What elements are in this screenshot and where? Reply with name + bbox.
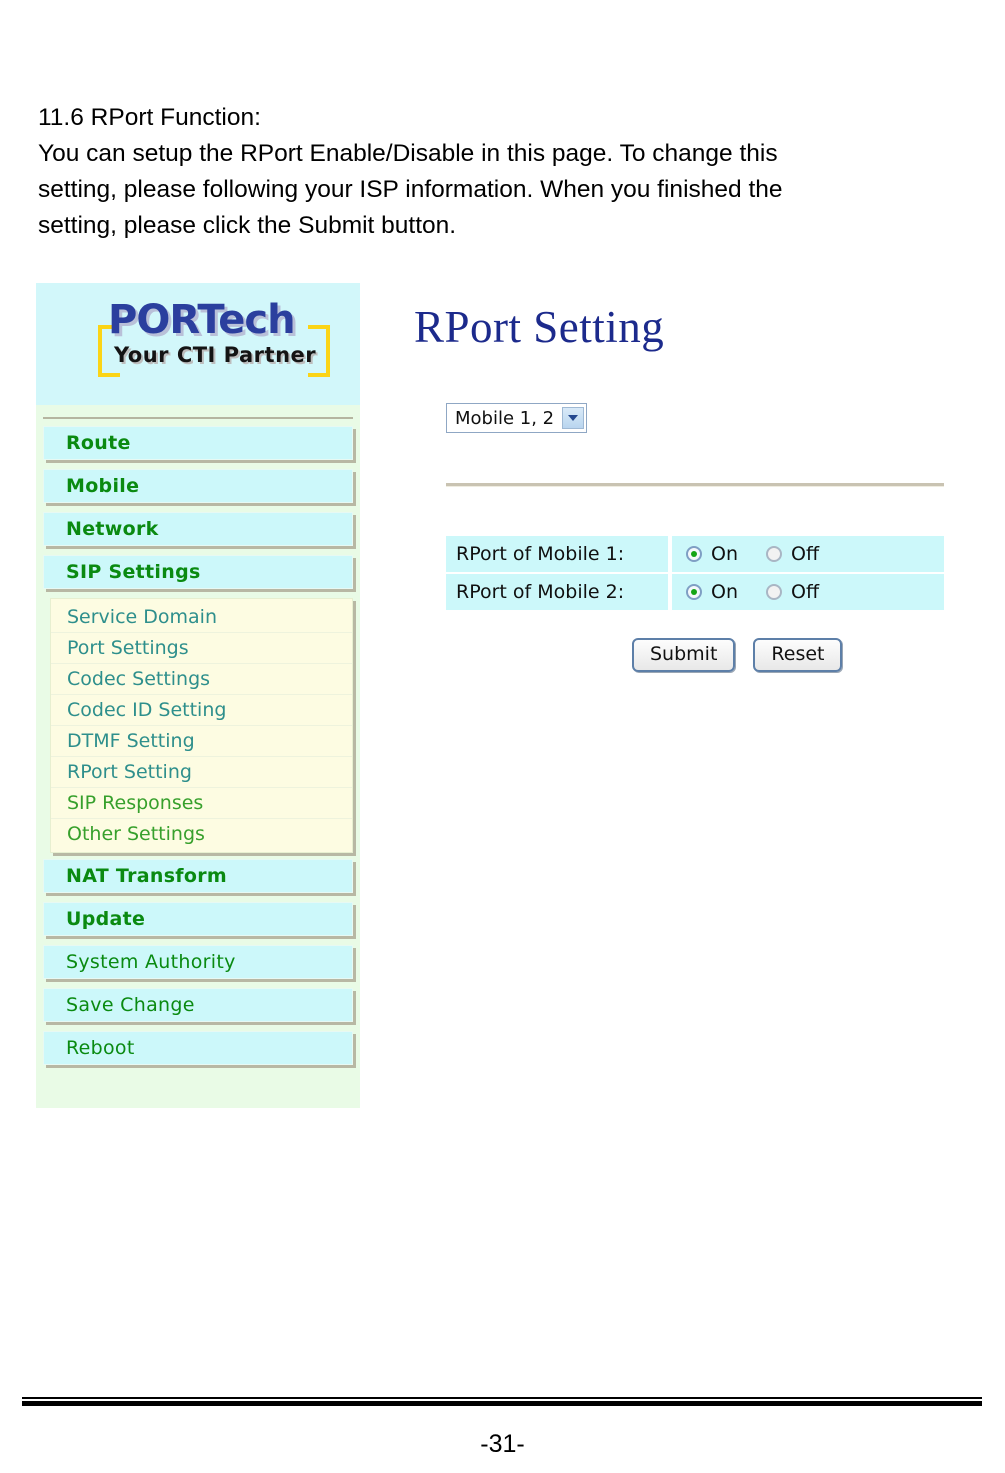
sidebar-item-save-change[interactable]: Save Change [43,988,353,1022]
submenu-item-label: Port Settings [67,637,189,659]
submenu-item-codec-id-setting[interactable]: Codec ID Setting [51,695,352,726]
reset-button[interactable]: Reset [753,638,843,672]
row-options: On Off [672,574,944,610]
row-options: On Off [672,536,944,572]
brand-name: PORTech [108,297,296,343]
radio-button-selected[interactable] [686,584,702,600]
document-intro-text: 11.6 RPort Function: You can setup the R… [38,100,948,244]
sidebar: PORTech Your CTI Partner Route Mobile Ne… [36,283,360,1108]
submenu-item-label: Codec ID Setting [67,699,227,721]
radio-button-unselected[interactable] [766,584,782,600]
page-number: -31- [480,1430,525,1458]
submenu-item-codec-settings[interactable]: Codec Settings [51,664,352,695]
footer-divider [22,1397,982,1406]
table-row: RPort of Mobile 2: On Off [446,574,944,610]
submenu-item-dtmf-setting[interactable]: DTMF Setting [51,726,352,757]
submenu-item-service-domain[interactable]: Service Domain [51,602,352,633]
body-line-3: setting, please click the Submit button. [38,212,457,239]
sidebar-item-sip-settings[interactable]: SIP Settings [43,555,353,589]
submenu-item-other-settings[interactable]: Other Settings [51,819,352,849]
rport-settings-table: RPort of Mobile 1: On Off RPort of Mobil… [446,536,944,612]
sidebar-item-nat-transform[interactable]: NAT Transform [43,859,353,893]
radio-label: On [711,543,738,565]
table-row: RPort of Mobile 1: On Off [446,536,944,572]
radio-option-mobile1-off[interactable]: Off [766,543,819,565]
sidebar-item-label: SIP Settings [66,561,201,583]
sidebar-item-update[interactable]: Update [43,902,353,936]
radio-option-mobile1-on[interactable]: On [686,543,738,565]
submenu-item-rport-setting[interactable]: RPort Setting [51,757,352,788]
chevron-down-icon[interactable] [562,407,585,429]
submenu-item-label: Other Settings [67,823,205,845]
mobile-select-value: Mobile 1, 2 [455,407,555,429]
radio-button-selected[interactable] [686,546,702,562]
submenu-item-label: DTMF Setting [67,730,195,752]
sidebar-item-label: Reboot [66,1037,135,1059]
page-title: RPort Setting [414,302,665,352]
submenu-item-label: Service Domain [67,606,217,628]
sidebar-item-reboot[interactable]: Reboot [43,1031,353,1065]
mobile-select[interactable]: Mobile 1, 2 [446,403,588,433]
body-line-1: You can setup the RPort Enable/Disable i… [38,140,778,167]
row-label: RPort of Mobile 2: [446,574,668,610]
sidebar-item-mobile[interactable]: Mobile [43,469,353,503]
sidebar-item-route[interactable]: Route [43,426,353,460]
main-content: RPort Setting Mobile 1, 2 RPort of Mobil… [414,283,944,1108]
radio-label: On [711,581,738,603]
submenu-item-label: SIP Responses [67,792,204,814]
sidebar-submenu-sip-settings: Service Domain Port Settings Codec Setti… [50,598,353,853]
sidebar-item-network[interactable]: Network [43,512,353,546]
submenu-item-port-settings[interactable]: Port Settings [51,633,352,664]
content-divider [446,483,944,487]
body-line-2: setting, please following your ISP infor… [38,176,783,203]
sidebar-item-label: Route [66,432,131,454]
submit-button[interactable]: Submit [632,638,736,672]
embedded-webui-screenshot: PORTech Your CTI Partner Route Mobile Ne… [36,283,944,1108]
sidebar-item-label: System Authority [66,951,236,973]
brand-tagline: Your CTI Partner [114,343,317,367]
mobile-select-wrapper: Mobile 1, 2 [446,403,588,433]
section-heading: 11.6 RPort Function: [38,104,261,131]
radio-label: Off [791,543,820,565]
sidebar-item-label: Update [66,908,146,930]
sidebar-item-label: Mobile [66,475,140,497]
radio-option-mobile2-off[interactable]: Off [766,581,819,603]
submenu-item-sip-responses[interactable]: SIP Responses [51,788,352,819]
radio-option-mobile2-on[interactable]: On [686,581,738,603]
logo-banner: PORTech Your CTI Partner [36,283,360,405]
sidebar-top-divider [43,417,353,419]
sidebar-menu: Route Mobile Network SIP Settings Servic… [36,405,360,1108]
sidebar-item-label: NAT Transform [66,865,227,887]
row-label: RPort of Mobile 1: [446,536,668,572]
form-buttons: Submit Reset [632,638,860,672]
submenu-item-label: Codec Settings [67,668,211,690]
submenu-item-label: RPort Setting [67,761,192,783]
sidebar-item-label: Save Change [66,994,195,1016]
sidebar-item-system-authority[interactable]: System Authority [43,945,353,979]
radio-button-unselected[interactable] [766,546,782,562]
sidebar-item-label: Network [66,518,159,540]
radio-label: Off [791,581,820,603]
